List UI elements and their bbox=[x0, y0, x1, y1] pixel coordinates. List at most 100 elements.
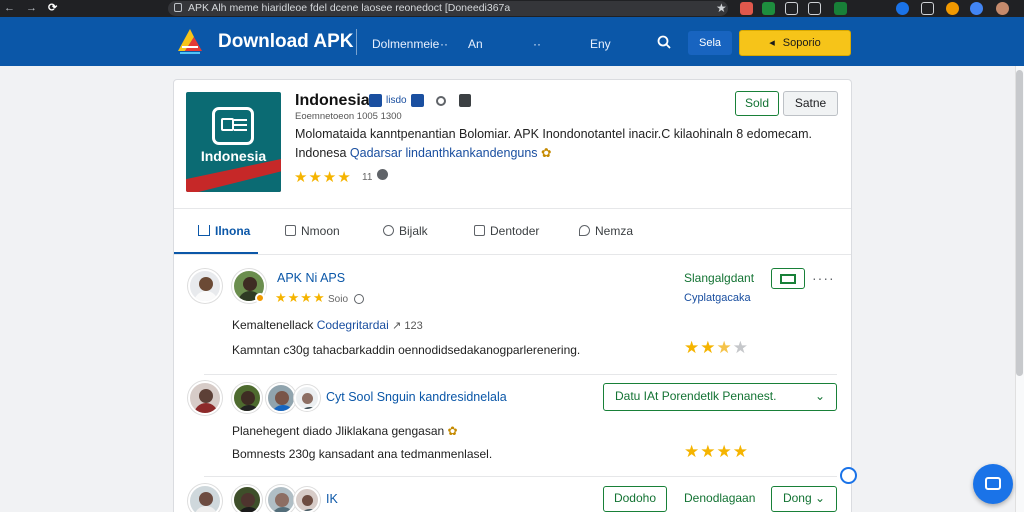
tab-label: Nmoon bbox=[301, 224, 340, 238]
grid-icon bbox=[780, 274, 796, 284]
action-dropdown[interactable]: Datu IAt Porendetlk Penanest. ⌄ bbox=[603, 383, 837, 411]
tabs-top-border bbox=[174, 208, 851, 209]
reload-icon[interactable]: ⟳ bbox=[48, 0, 57, 17]
news-icon bbox=[285, 225, 296, 236]
avatar[interactable] bbox=[188, 269, 222, 303]
review-link[interactable]: Codegritardai bbox=[317, 318, 389, 332]
back-arrow-icon[interactable]: ← bbox=[4, 0, 15, 17]
avatar[interactable] bbox=[188, 484, 222, 512]
flag-icon bbox=[369, 94, 382, 107]
search-icon[interactable] bbox=[657, 35, 671, 49]
more-options-icon[interactable]: ···· bbox=[812, 270, 835, 286]
chevron-down-icon: ⌄ bbox=[814, 491, 826, 505]
chevron-down-icon: ⌄ bbox=[814, 389, 825, 403]
avatar[interactable] bbox=[266, 485, 296, 512]
nav-item[interactable]: Dolmenmeie bbox=[372, 37, 439, 51]
clock-icon bbox=[377, 169, 388, 180]
dropdown-label: Datu IAt Porendetlk Penanest. bbox=[615, 389, 777, 403]
extension-icon[interactable] bbox=[896, 2, 909, 15]
info-icon[interactable] bbox=[436, 96, 446, 106]
emoji-icon: ✿ bbox=[537, 146, 552, 160]
status-badge bbox=[255, 293, 265, 303]
app-title: Indonesia bbox=[295, 92, 370, 109]
reply-button[interactable]: Dodoho bbox=[603, 486, 667, 512]
emoji-icon: ✿ bbox=[444, 424, 458, 438]
tab-home[interactable]: Ilnona bbox=[198, 224, 250, 238]
address-bar[interactable]: APK Alh meme hiaridleoe fdel dcene laose… bbox=[168, 1, 728, 16]
review-line: Planehegent diado Jliklakana gengasan ✿ bbox=[232, 424, 458, 438]
search-button[interactable]: Sela bbox=[688, 31, 732, 55]
save-button[interactable]: Satne bbox=[783, 91, 838, 116]
home-icon bbox=[198, 225, 210, 236]
comment-icon bbox=[579, 225, 590, 236]
category-icon bbox=[411, 94, 424, 107]
primary-button-label: Soporio bbox=[782, 37, 821, 49]
nav-dots: ·· bbox=[533, 37, 541, 51]
sort-dropdown[interactable]: Dong ⌄ bbox=[771, 486, 837, 512]
nav-dots: ·· bbox=[440, 37, 448, 51]
status-label: Slangalgdant bbox=[684, 271, 755, 285]
avatar[interactable] bbox=[232, 383, 262, 413]
document-icon bbox=[474, 225, 485, 236]
extension-icon[interactable] bbox=[946, 2, 959, 15]
header-divider bbox=[356, 29, 357, 55]
tab-label: Ilnona bbox=[215, 224, 251, 238]
review-tail: ↗ 123 bbox=[392, 320, 423, 332]
forward-arrow-icon[interactable]: → bbox=[26, 0, 37, 17]
avatar[interactable] bbox=[294, 487, 320, 512]
review-title[interactable]: APK Ni APS bbox=[277, 271, 345, 285]
primary-button[interactable]: ◂ Soporio bbox=[739, 30, 851, 56]
grid-view-button[interactable] bbox=[771, 268, 805, 289]
extension-icon[interactable] bbox=[921, 2, 934, 15]
avatar[interactable] bbox=[232, 485, 262, 512]
nav-item[interactable]: An bbox=[468, 37, 483, 51]
rating-count: 11 bbox=[362, 172, 373, 183]
logo-icon[interactable] bbox=[174, 25, 206, 57]
tab-label: Nemza bbox=[595, 224, 634, 238]
browser-toolbar: ← → ⟳ APK Alh meme hiaridleoe fdel dcene… bbox=[0, 0, 1024, 17]
scrollbar-thumb[interactable] bbox=[1016, 70, 1023, 376]
share-icon[interactable] bbox=[459, 94, 471, 107]
tab-search[interactable]: Bijalk bbox=[383, 224, 428, 238]
review-body: Kamntan c30g tahacbarkaddin oennodidseda… bbox=[232, 343, 581, 357]
accessibility-icon[interactable] bbox=[840, 467, 857, 484]
brand-title[interactable]: Download APK bbox=[218, 31, 353, 53]
avatar[interactable] bbox=[188, 381, 222, 415]
extension-icon[interactable] bbox=[740, 2, 753, 15]
desc-link[interactable]: Qadarsar lindanthkankandenguns bbox=[350, 146, 538, 160]
nav-item[interactable]: Eny bbox=[590, 37, 611, 51]
review-line: Kemaltenellack Codegritardai ↗ 123 bbox=[232, 318, 423, 332]
review-title[interactable]: IK bbox=[326, 492, 338, 506]
extension-icon[interactable] bbox=[834, 2, 847, 15]
review-text: Planehegent diado Jliklakana gengasan bbox=[232, 424, 445, 438]
tab-news[interactable]: Nmoon bbox=[285, 224, 340, 238]
review-rating: ★★★★ bbox=[684, 338, 749, 357]
avatar[interactable] bbox=[294, 385, 320, 411]
site-header: Download APK Dolmenmeie ·· An ·· Eny Sel… bbox=[0, 17, 1024, 66]
app-icon[interactable]: Indonesia bbox=[186, 92, 281, 192]
app-description-line2: Indonesa Qadarsar lindanthkankandenguns … bbox=[295, 145, 552, 160]
lock-icon bbox=[174, 3, 182, 12]
tab-reviews[interactable]: Nemza bbox=[579, 224, 633, 238]
extension-icon[interactable] bbox=[785, 2, 798, 15]
app-tag[interactable]: lisdo bbox=[386, 94, 407, 107]
sold-button[interactable]: Sold bbox=[735, 91, 779, 116]
extension-icon[interactable] bbox=[762, 2, 775, 15]
tab-details[interactable]: Dentoder bbox=[474, 224, 539, 238]
star-icon[interactable]: ★ bbox=[716, 0, 727, 17]
extension-icon[interactable] bbox=[808, 2, 821, 15]
app-rating-stars: ★★★★ bbox=[294, 169, 352, 186]
extension-icon[interactable] bbox=[970, 2, 983, 15]
info-icon bbox=[354, 294, 364, 304]
profile-avatar[interactable] bbox=[996, 2, 1009, 15]
status-sub[interactable]: Cyplatgacaka bbox=[684, 292, 751, 304]
app-meta: Eoemnetoeon 1005 1300 bbox=[295, 111, 402, 122]
app-icon-label: Indonesia bbox=[200, 148, 267, 164]
review-meta: Soio bbox=[328, 294, 349, 305]
review-rating: ★★★★ bbox=[684, 442, 749, 461]
desc-text: Indonesa bbox=[295, 146, 350, 160]
avatar[interactable] bbox=[266, 383, 296, 413]
review-title[interactable]: Cyt Sool Snguin kandresidnelala bbox=[326, 390, 507, 404]
dropdown-label: Dong bbox=[782, 491, 812, 505]
chat-button[interactable] bbox=[973, 464, 1013, 504]
